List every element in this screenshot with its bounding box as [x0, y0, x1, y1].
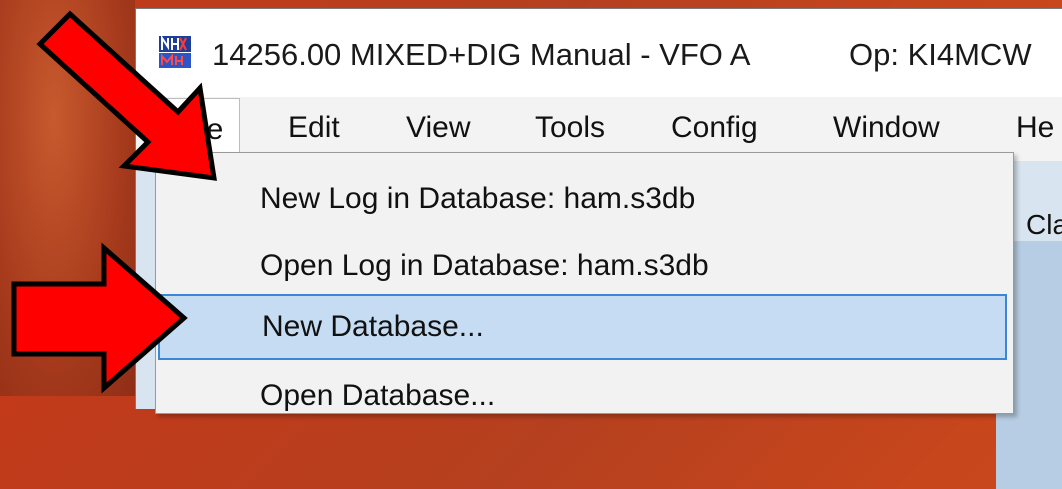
menu-item-label: Open Log in Database: ham.s3db	[260, 249, 709, 282]
operator-label: Op: KI4MCW	[849, 37, 1032, 72]
title-bar: 14256.00 MIXED+DIG Manual - VFO A Op: KI…	[136, 9, 1062, 97]
menu-help[interactable]: He	[1016, 97, 1054, 159]
menu-item-new-database[interactable]: New Database...	[158, 294, 1007, 360]
menu-config[interactable]: Config	[671, 97, 758, 159]
menu-view[interactable]: View	[406, 97, 470, 159]
menu-item-new-log[interactable]: New Log in Database: ham.s3db	[156, 168, 1013, 230]
menu-tools[interactable]: Tools	[535, 97, 605, 159]
menu-edit[interactable]: Edit	[288, 97, 340, 159]
menu-window[interactable]: Window	[833, 97, 940, 159]
partial-label: Cla	[1026, 209, 1062, 240]
window-title: 14256.00 MIXED+DIG Manual - VFO A	[212, 37, 751, 72]
menu-item-open-database[interactable]: Open Database...	[156, 365, 1013, 427]
menu-item-label: Open Database...	[260, 379, 496, 412]
menu-item-label: New Database...	[262, 310, 484, 343]
pointer-arrow-icon	[36, 10, 217, 181]
menu-item-open-log[interactable]: Open Log in Database: ham.s3db	[156, 235, 1013, 297]
file-menu-dropdown: New Log in Database: ham.s3db Open Log i…	[155, 152, 1014, 414]
pointer-arrow-icon	[11, 242, 188, 394]
menu-item-label: New Log in Database: ham.s3db	[260, 182, 696, 215]
